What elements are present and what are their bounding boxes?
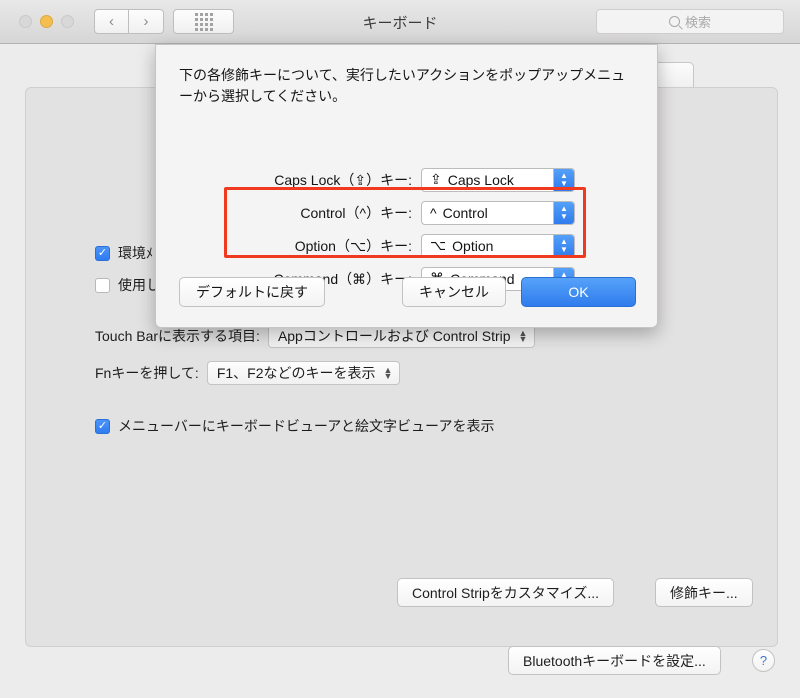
caps-lock-popup[interactable]: ⇪ Caps Lock ▲ ▼	[421, 167, 575, 192]
control-label: Control（^）キー:	[300, 204, 412, 221]
customize-control-strip-label: Control Stripをカスタマイズ...	[397, 578, 615, 607]
grid-icon	[194, 12, 213, 31]
option-value: Option	[452, 237, 494, 254]
nav-buttons: ‹ ›	[94, 9, 164, 34]
zoom-button[interactable]	[61, 15, 74, 28]
modifier-rows: Caps Lock（⇪）キー: ⇪ Caps Lock ▲ ▼ Control（^…	[156, 163, 659, 295]
modifier-keys-label: 修飾キー...	[655, 578, 753, 607]
ok-button[interactable]: OK	[521, 277, 636, 307]
check-icon: ✓	[97, 419, 108, 432]
chevron-updown-icon: ▲ ▼	[518, 328, 528, 344]
checkbox-row-2[interactable]: ✓ メニューバーにキーボードビューアと絵文字ビューアを表示	[95, 416, 494, 436]
chevron-down-icon: ▼	[560, 211, 568, 221]
control-value: Control	[442, 204, 488, 221]
chevron-updown-icon: ▲ ▼	[383, 365, 393, 381]
setup-bluetooth-keyboard-button[interactable]: Bluetoothキーボードを設定...	[508, 646, 721, 675]
checkbox-0-label: 環境ﾒ	[118, 245, 153, 261]
sheet-button-bar: デフォルトに戻す キャンセル OK	[156, 277, 659, 307]
control-popup[interactable]: ^ Control ▲ ▼	[421, 200, 575, 225]
control-symbol-icon: ^	[430, 204, 437, 221]
search-input[interactable]: 検索	[596, 9, 784, 34]
window-titlebar: キーボード ‹ › 検索	[0, 0, 800, 44]
search-icon	[668, 16, 680, 27]
chevron-down-icon: ▼	[560, 178, 568, 188]
cancel-label: キャンセル	[402, 277, 506, 307]
minimize-button[interactable]	[40, 15, 53, 28]
modifier-keys-button[interactable]: 修飾キー...	[655, 578, 753, 607]
modifier-row-control: Control（^）キー: ^ Control ▲ ▼	[156, 196, 659, 229]
tab-stub[interactable]	[652, 62, 694, 90]
fn-key-row: Fnキーを押して: F1、F2などのキーを表示 ▲ ▼	[95, 361, 401, 385]
modifier-row-caps-lock: Caps Lock（⇪）キー: ⇪ Caps Lock ▲ ▼	[156, 163, 659, 196]
setup-bluetooth-keyboard-label: Bluetoothキーボードを設定...	[508, 646, 721, 675]
control-stepper[interactable]: ▲ ▼	[553, 201, 574, 224]
check-icon: ✓	[97, 246, 108, 259]
fn-key-value: F1、F2などのキーを表示	[216, 365, 376, 381]
checkbox-0-box[interactable]: ✓	[95, 245, 110, 261]
checkbox-2-label: メニューバーにキーボードビューアと絵文字ビューアを表示	[118, 418, 495, 434]
cancel-button[interactable]: キャンセル	[402, 277, 506, 307]
option-popup[interactable]: ⌥ Option ▲ ▼	[421, 233, 575, 258]
caps-lock-label: Caps Lock（⇪）キー:	[274, 171, 412, 188]
ok-label: OK	[521, 277, 636, 307]
customize-control-strip-button[interactable]: Control Stripをカスタマイズ...	[397, 578, 615, 607]
modifier-row-option: Option（⌥）キー: ⌥ Option ▲ ▼	[156, 229, 659, 262]
checkbox-row-0[interactable]: ✓ 環境ﾒ	[95, 243, 153, 263]
fn-key-label: Fnキーを押して:	[95, 365, 199, 381]
checkbox-1-box[interactable]	[95, 277, 110, 293]
caps-lock-value: Caps Lock	[447, 171, 514, 188]
option-stepper[interactable]: ▲ ▼	[553, 234, 574, 257]
chevron-down-icon: ▼	[560, 244, 568, 254]
restore-defaults-button[interactable]: デフォルトに戻す	[179, 277, 325, 307]
touchbar-display-value: Appコントロールおよび Control Strip	[277, 328, 511, 344]
forward-button[interactable]: ›	[129, 9, 164, 34]
system-preferences-window: ✓ 環境ﾒ 使用し Touch Barに表示する項目: Appコントロールおよび…	[0, 0, 800, 698]
fn-key-popup[interactable]: F1、F2などのキーを表示 ▲ ▼	[206, 361, 401, 385]
modifier-keys-sheet: 下の各修飾キーについて、実行したいアクションをポップアップメニューから選択してく…	[155, 44, 658, 328]
option-label: Option（⌥）キー:	[294, 237, 412, 254]
caps-lock-stepper[interactable]: ▲ ▼	[553, 168, 574, 191]
touchbar-display-label: Touch Barに表示する項目:	[95, 328, 260, 344]
close-button[interactable]	[19, 15, 32, 28]
checkbox-row-1[interactable]: 使用し	[95, 275, 160, 295]
checkbox-1-label: 使用し	[118, 277, 160, 293]
checkbox-2-box[interactable]: ✓	[95, 418, 110, 434]
show-all-button[interactable]	[173, 9, 234, 34]
sheet-description: 下の各修飾キーについて、実行したいアクションをポップアップメニューから選択してく…	[179, 67, 626, 104]
back-button[interactable]: ‹	[94, 9, 129, 34]
option-symbol-icon: ⌥	[430, 237, 447, 253]
search-placeholder: 検索	[684, 15, 711, 30]
help-icon: ?	[752, 649, 775, 672]
restore-defaults-label: デフォルトに戻す	[179, 277, 325, 307]
help-button[interactable]: ?	[752, 649, 775, 672]
caps-lock-symbol-icon: ⇪	[430, 171, 442, 187]
traffic-lights	[19, 15, 74, 28]
